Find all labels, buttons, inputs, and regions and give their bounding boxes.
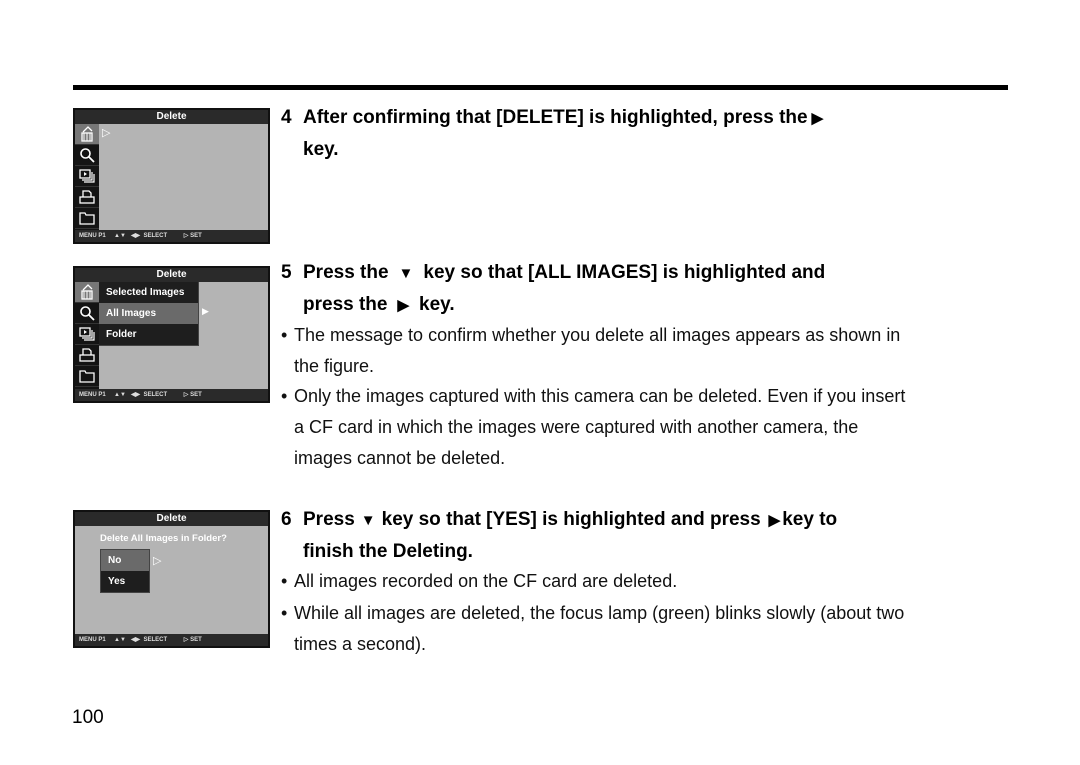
menu-item-all-images[interactable]: All Images xyxy=(99,303,198,324)
bullet-item: • Only the images captured with this came… xyxy=(281,381,905,474)
step-text: key. xyxy=(419,294,455,315)
magnifier-icon xyxy=(75,303,99,324)
step-4: 4 After confirming that [DELETE] is highl… xyxy=(281,102,827,165)
step-text: After confirming that [DELETE] is highli… xyxy=(303,107,808,128)
step-text: key so that [ALL IMAGES] is highlighted … xyxy=(423,262,826,283)
camera-screen-delete-confirm: Delete Delete All Images in Folder? No Y… xyxy=(73,510,270,648)
bullet-item: • The message to confirm whether you dele… xyxy=(281,320,900,382)
top-rule xyxy=(73,85,1008,90)
page-number: 100 xyxy=(72,707,104,728)
confirm-question: Delete All Images in Folder? xyxy=(100,533,227,544)
bullet-icon: • xyxy=(281,603,288,623)
bullet-icon: • xyxy=(281,386,288,406)
screen-title: Delete xyxy=(75,268,268,282)
screen-title: Delete xyxy=(75,512,268,526)
camera-screen-delete-submenu: Delete Selected Images All Images Folder… xyxy=(73,266,270,403)
camera-screen-delete-menu: Delete ▷ MENU P1 ▲▼ ◀▶ SELECT ▷ SET xyxy=(73,108,270,244)
pointer-icon: ▷ xyxy=(153,555,162,567)
step-number: 5 xyxy=(281,262,292,283)
step-text: Press the xyxy=(303,262,389,283)
trash-icon xyxy=(75,282,99,303)
folder-icon xyxy=(75,366,99,387)
confirm-options: No Yes xyxy=(100,549,150,593)
right-key-icon: ▶ xyxy=(768,512,781,529)
bullet-text: times a second). xyxy=(294,634,427,654)
slideshow-icon xyxy=(75,166,99,187)
step-number: 6 xyxy=(281,509,292,530)
step-text: key to xyxy=(782,509,838,530)
down-key-icon: ▼ xyxy=(398,265,414,282)
option-yes[interactable]: Yes xyxy=(101,571,149,592)
menu-item-folder[interactable]: Folder xyxy=(99,324,198,345)
bullet-text: a CF card in which the images were captu… xyxy=(294,417,859,437)
bullet-text: the figure. xyxy=(294,356,375,376)
menu-icon-column xyxy=(75,282,99,389)
option-no[interactable]: No xyxy=(101,550,149,571)
print-icon xyxy=(75,187,99,208)
pointer-icon: ▷ xyxy=(102,127,111,139)
down-key-icon: ▼ xyxy=(360,512,376,529)
folder-icon xyxy=(75,208,99,229)
bullet-text: The message to confirm whether you delet… xyxy=(294,325,901,345)
bullet-icon: • xyxy=(281,571,288,591)
step-text: Press xyxy=(303,509,355,530)
right-arrow-icon: ▶ xyxy=(202,306,209,316)
right-key-icon: ▶ xyxy=(397,297,410,314)
step-text-cont: finish the Deleting. xyxy=(303,541,473,562)
screen-body xyxy=(75,124,268,230)
bullet-item: • While all images are deleted, the focus… xyxy=(281,598,904,660)
trash-icon xyxy=(75,124,99,145)
screen-footer: MENU P1 ▲▼ ◀▶ SELECT ▷ SET xyxy=(75,634,268,646)
slideshow-icon xyxy=(75,324,99,345)
bullet-icon: • xyxy=(281,325,288,345)
step-number: 4 xyxy=(281,107,292,128)
bullet-text: Only the images captured with this camer… xyxy=(294,386,906,406)
menu-icon-column xyxy=(75,124,99,230)
screen-title: Delete xyxy=(75,110,268,124)
step-6: 6 Press ▼ key so that [YES] is highlighted … xyxy=(281,504,837,567)
step-text: key so that [YES] is highlighted and pre… xyxy=(381,509,761,530)
bullet-text: All images recorded on the CF card are d… xyxy=(294,571,678,591)
bullet-text: images cannot be deleted. xyxy=(294,448,506,468)
screen-footer: MENU P1 ▲▼ ◀▶ SELECT ▷ SET xyxy=(75,230,268,242)
screen-footer: MENU P1 ▲▼ ◀▶ SELECT ▷ SET xyxy=(75,389,268,401)
magnifier-icon xyxy=(75,145,99,166)
print-icon xyxy=(75,345,99,366)
step-5: 5 Press the ▼ key so that [ALL IMAGES] is h… xyxy=(281,257,825,321)
menu-item-selected-images[interactable]: Selected Images xyxy=(99,282,198,303)
delete-submenu: Selected Images All Images Folder xyxy=(99,282,199,346)
step-text-cont: key. xyxy=(303,139,339,160)
right-key-icon: ▶ xyxy=(811,110,824,127)
bullet-item: • All images recorded on the CF card are … xyxy=(281,566,677,597)
step-text: press the xyxy=(303,294,388,315)
bullet-text: While all images are deleted, the focus … xyxy=(294,603,905,623)
